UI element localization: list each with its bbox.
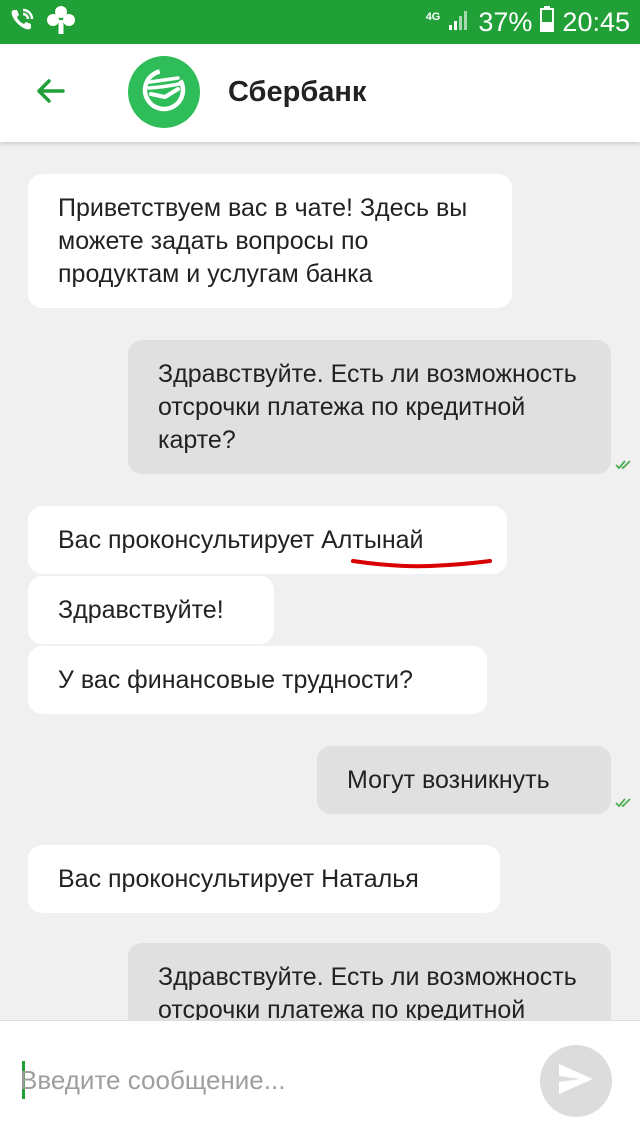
message-outgoing: Здравствуйте. Есть ли возможность отсроч… [128, 943, 611, 1020]
sberbank-logo [128, 56, 200, 128]
status-right-indicators: 4G 37% 20:45 [426, 0, 630, 44]
network-type: 4G [425, 10, 441, 23]
message-input[interactable] [20, 1057, 500, 1103]
status-left-icons [8, 5, 76, 40]
message-incoming: У вас финансовые трудности? [28, 646, 487, 714]
arrow-left-icon [35, 75, 67, 112]
chat-header: Сбербанк [0, 44, 640, 142]
message-text: Здравствуйте! [58, 596, 224, 624]
message-incoming: Приветствуем вас в чате! Здесь вы можете… [28, 174, 512, 308]
tree-icon [46, 5, 76, 40]
message-text: Вас проконсультирует Алтынай [58, 526, 424, 554]
message-list[interactable]: Приветствуем вас в чате! Здесь вы можете… [0, 142, 640, 1020]
read-ticks-icon [615, 796, 635, 814]
message-text: Могут возникнуть [347, 766, 550, 794]
message-incoming: Вас проконсультирует Наталья [28, 845, 500, 913]
battery-icon [540, 5, 555, 39]
send-icon [556, 1061, 596, 1102]
message-text: Здравствуйте. Есть ли возможность отсроч… [158, 963, 577, 1020]
message-text: Здравствуйте. Есть ли возможность отсроч… [158, 360, 577, 454]
message-text: Приветствуем вас в чате! Здесь вы можете… [58, 194, 468, 288]
message-outgoing: Могут возникнуть [317, 746, 611, 814]
message-text: У вас финансовые трудности? [58, 666, 413, 694]
clock: 20:45 [562, 6, 630, 37]
send-button[interactable] [540, 1045, 612, 1117]
signal-icon [448, 7, 470, 38]
message-outgoing: Здравствуйте. Есть ли возможность отсроч… [128, 340, 611, 474]
chat-title: Сбербанк [228, 76, 367, 108]
red-underline-annotation [350, 556, 495, 577]
wifi-call-icon [8, 6, 36, 39]
read-ticks-icon [615, 458, 635, 476]
status-bar: 4G 37% 20:45 [0, 0, 640, 44]
message-incoming: Здравствуйте! [28, 576, 274, 644]
battery-percent: 37% [478, 6, 533, 37]
message-composer [0, 1020, 640, 1139]
message-text: Вас проконсультирует Наталья [58, 865, 419, 893]
sberbank-logo-icon [141, 67, 187, 118]
back-button[interactable] [26, 68, 76, 118]
